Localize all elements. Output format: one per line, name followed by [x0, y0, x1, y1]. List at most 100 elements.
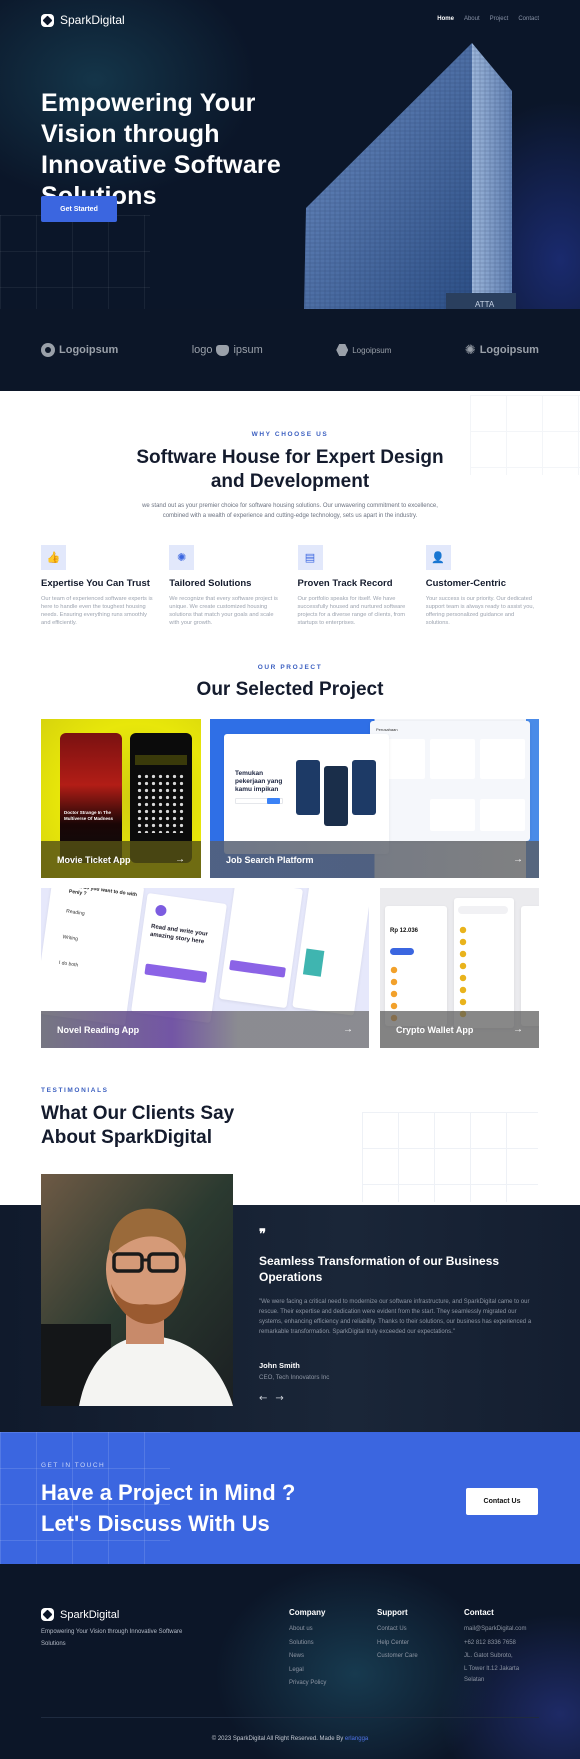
- footer-link-solutions[interactable]: Solutions: [289, 1637, 326, 1651]
- hexagon-logo-icon: [336, 344, 349, 356]
- partner-logo-1: Logoipsum: [41, 343, 118, 357]
- preview-image: [324, 766, 348, 826]
- footer-brand-logo[interactable]: SparkDigital: [41, 1608, 119, 1621]
- partner-logos: Logoipsum logo ipsum Logoipsum ✺ Logoips…: [0, 309, 580, 391]
- wallet-screen-mockup: [454, 898, 514, 1028]
- footer-tagline: Empowering Your Vision through Innovativ…: [41, 1629, 183, 1647]
- why-description: we stand out as your premier choice for …: [142, 503, 438, 519]
- preview-search: [458, 906, 508, 914]
- ring-logo-icon: [41, 343, 55, 357]
- footer-divider: [41, 1717, 539, 1718]
- feature-card: 👍 Expertise You Can Trust Our team of ex…: [41, 545, 154, 627]
- feature-title: Expertise You Can Trust: [41, 578, 150, 589]
- cta-section: GET IN TOUCH Have a Project in Mind ? Le…: [0, 1432, 580, 1564]
- feature-description: Your success is our priority. Our dedica…: [425, 596, 535, 626]
- novel-screen-mockup: What do you want to do with Penly ? Read…: [41, 888, 145, 1026]
- footer-email[interactable]: mail@SparkDigital.com: [464, 1623, 544, 1637]
- user-check-icon: 👤: [425, 545, 451, 570]
- footer-link-help[interactable]: Help Center: [377, 1637, 418, 1651]
- copyright: © 2023 SparkDigital All Right Reserved. …: [0, 1736, 580, 1742]
- feature-card: 👤 Customer-Centric Your success is our p…: [425, 545, 539, 627]
- preview-image: [296, 760, 320, 815]
- cta-eyebrow: GET IN TOUCH: [41, 1462, 106, 1469]
- project-label: Job Search Platform: [226, 854, 314, 865]
- testimonial-text: "We were facing a critical need to moder…: [259, 1299, 532, 1335]
- feature-description: Our portfolio speaks for itself. We have…: [297, 596, 406, 626]
- preview-balance: Rp 12.036: [390, 928, 419, 934]
- cta-title-line1: Have a Project in Mind ?: [41, 1480, 296, 1505]
- get-started-button[interactable]: Get Started: [41, 196, 117, 222]
- seat-grid: [136, 773, 186, 833]
- nav-about[interactable]: About: [464, 16, 480, 22]
- partner-logo-4: ✺ Logoipsum: [465, 342, 539, 358]
- compass-icon: [154, 904, 168, 917]
- hero-section: SparkDigital Home About Project Contact …: [0, 0, 580, 309]
- brand-logo[interactable]: SparkDigital: [41, 13, 125, 27]
- preview-question: What do you want to do with Penly ?: [68, 888, 138, 899]
- project-card-crypto-wallet[interactable]: Rp 12.036 Crypto Wallet App →: [380, 888, 539, 1048]
- project-card-job-search[interactable]: Perusahaan Temukan pekerjaan yang kamu i…: [210, 719, 539, 878]
- testimonial-author: John Smith: [259, 1361, 300, 1370]
- screen-banner: [135, 755, 187, 765]
- brand-name: SparkDigital: [60, 13, 125, 27]
- book-cover: [302, 948, 325, 977]
- arrow-right-icon[interactable]: →: [275, 1393, 283, 1404]
- feature-card: ▤ Proven Track Record Our portfolio spea…: [297, 545, 411, 627]
- footer-column-title: Support: [377, 1608, 408, 1617]
- feature-title: Proven Track Record: [297, 578, 393, 589]
- nav-project[interactable]: Project: [490, 16, 509, 22]
- footer-link-about[interactable]: About us: [289, 1623, 326, 1637]
- hero-title: Empowering Your Vision through Innovativ…: [41, 89, 281, 210]
- arrow-right-icon: →: [175, 854, 185, 865]
- partner-logo-text: Logoipsum: [59, 344, 119, 356]
- arrow-left-icon[interactable]: ←: [259, 1393, 267, 1404]
- feature-card: ✺ Tailored Solutions We recognize that e…: [169, 545, 282, 627]
- preview-card: [430, 739, 475, 779]
- arrow-right-icon: →: [513, 1024, 523, 1035]
- nav-contact[interactable]: Contact: [518, 16, 539, 22]
- preview-button: [229, 959, 286, 978]
- cta-title-line2: Let's Discuss With Us: [41, 1511, 270, 1536]
- preview-card: [430, 799, 475, 831]
- footer-brand-name: SparkDigital: [60, 1608, 120, 1621]
- nav-home[interactable]: Home: [437, 16, 454, 22]
- feature-title: Tailored Solutions: [169, 578, 252, 589]
- testimonial-nav: ← →: [259, 1393, 284, 1404]
- preview-option: Writing: [62, 934, 79, 943]
- preview-option: I do both: [58, 959, 79, 969]
- testimonial-headline: Seamless Transformation of our Business …: [259, 1254, 500, 1284]
- footer-address: L Tower lt.12 Jakarta: [464, 1665, 520, 1672]
- footer-phone[interactable]: +62 812 8336 7658: [464, 1637, 544, 1651]
- project-label: Crypto Wallet App: [396, 1024, 474, 1035]
- wallet-screen-mockup: Rp 12.036: [385, 906, 447, 1026]
- why-eyebrow: WHY CHOOSE US: [251, 431, 329, 438]
- author-link[interactable]: erlangga: [345, 1736, 368, 1742]
- project-card-bar: Crypto Wallet App →: [380, 1011, 539, 1048]
- footer-column-title: Company: [289, 1608, 326, 1617]
- footer-link-care[interactable]: Customer Care: [377, 1650, 418, 1664]
- footer-column-support: Support Contact Us Help Center Customer …: [377, 1608, 418, 1664]
- testimonials-eyebrow: TESTIMONIALS: [41, 1087, 109, 1094]
- building-image: ATTA: [304, 43, 516, 309]
- footer-link-news[interactable]: News: [289, 1650, 326, 1664]
- thumbs-up-icon: 👍: [41, 545, 66, 570]
- client-photo: [41, 1174, 233, 1406]
- feature-description: We recognize that every software project…: [169, 596, 278, 626]
- project-card-bar: Movie Ticket App →: [41, 841, 201, 878]
- footer-address: JL. Gatot Subroto,: [464, 1653, 513, 1659]
- coin-icons: [459, 924, 467, 1020]
- footer-address: Selatan: [464, 1676, 485, 1683]
- footer-link-legal[interactable]: Legal: [289, 1664, 326, 1678]
- footer-link-privacy[interactable]: Privacy Policy: [289, 1677, 326, 1691]
- testimonial-role: CEO, Tech Innovators Inc: [259, 1374, 330, 1381]
- partner-logo-text: ipsum: [233, 344, 263, 356]
- footer-link-contact[interactable]: Contact Us: [377, 1623, 418, 1637]
- feature-title: Customer-Centric: [425, 578, 506, 589]
- novel-screen-mockup: [292, 888, 369, 1016]
- preview-image: [352, 760, 376, 815]
- preview-heading: Read and write your amazing story here: [149, 923, 209, 945]
- job-landing-mockup: Temukan pekerjaan yang kamu impikan: [224, 734, 389, 854]
- project-card-movie-ticket[interactable]: Doctor Strange In The Multiverse Of Madn…: [41, 719, 201, 878]
- project-card-novel-reading[interactable]: What do you want to do with Penly ? Read…: [41, 888, 369, 1048]
- contact-us-button[interactable]: Contact Us: [466, 1488, 538, 1515]
